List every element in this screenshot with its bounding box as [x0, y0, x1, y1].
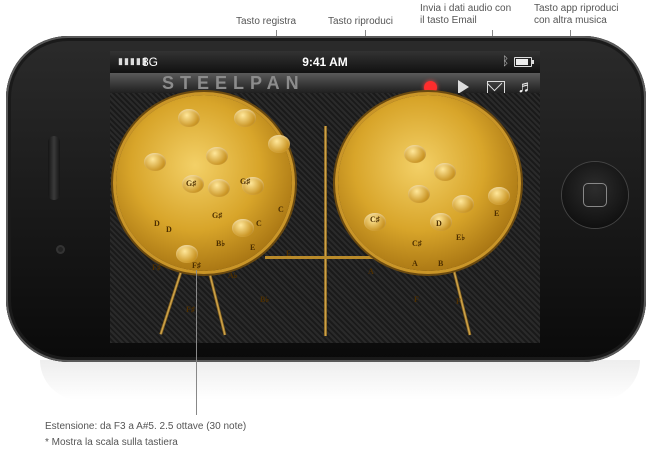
note-label: F: [456, 297, 461, 306]
pan-note[interactable]: [208, 179, 230, 197]
callout-email-line1: Invia i dati audio con: [420, 3, 512, 14]
pan-note[interactable]: [206, 147, 228, 165]
stand-leg: [324, 126, 327, 336]
note-label: F♯: [192, 261, 201, 270]
note-label: A: [412, 259, 418, 268]
status-time: 9:41 AM: [302, 55, 348, 69]
home-square-icon: [583, 183, 607, 207]
stand-leg: [265, 256, 385, 259]
note-label: A: [368, 267, 374, 276]
pan-note[interactable]: [178, 109, 200, 127]
note-label: B♭: [260, 295, 270, 304]
front-camera: [56, 245, 65, 254]
callout-music-line1: Tasto app riproduci: [534, 3, 619, 14]
pan-note[interactable]: [404, 145, 426, 163]
callout-email: Invia i dati audio con il tasto Email: [420, 3, 511, 27]
note-label: G♯: [240, 177, 251, 186]
leader-range: [196, 270, 197, 415]
record-icon: [423, 80, 437, 94]
pan-note[interactable]: [434, 163, 456, 181]
callout-play: Tasto riproduci: [328, 16, 394, 27]
note-label: D: [436, 219, 442, 228]
note-label: G♯: [186, 179, 197, 188]
home-button[interactable]: [562, 162, 628, 228]
steelpan-left[interactable]: G♯ G♯ C D G♯ C D B♭ E E F♯ F♯ A♭ B♭ F♯: [116, 95, 292, 314]
note-label: E: [286, 249, 292, 258]
caption-line2: * Mostra la scala sulla tastiera: [45, 437, 178, 448]
pan-note[interactable]: [234, 109, 256, 127]
callout-music: Tasto app riproduci con altra musica: [534, 3, 619, 27]
note-label: C: [256, 219, 262, 228]
note-label: D: [154, 219, 160, 228]
callout-email-line2: il tasto Email: [420, 15, 477, 26]
pan-note[interactable]: [408, 185, 430, 203]
note-label: B: [438, 259, 444, 268]
note-label: C♯: [412, 239, 422, 248]
bluetooth-icon: ᛒ: [502, 54, 510, 68]
email-icon: [487, 80, 505, 94]
app-logo: STEELPAN: [162, 73, 305, 93]
play-icon: [457, 80, 469, 94]
note-label: F: [414, 295, 419, 304]
pan-note[interactable]: [488, 187, 510, 205]
note-label: D: [166, 225, 172, 234]
callout-record: Tasto registra: [236, 16, 297, 27]
pan-note[interactable]: [232, 219, 254, 237]
battery-icon: [514, 57, 534, 67]
note-label: E: [250, 243, 256, 252]
pan-note[interactable]: [144, 153, 166, 171]
status-bar: ▮▮▮▮▮ 3G 9:41 AM ᛒ: [110, 51, 540, 73]
pan-note[interactable]: [452, 195, 474, 213]
steelpan-right[interactable]: C♯ D E C♯ E♭ A A B F F: [338, 95, 518, 306]
note-label: E♭: [456, 233, 466, 242]
callout-music-line2: con altra musica: [534, 15, 607, 26]
note-label: F♯: [186, 305, 195, 314]
note-label: A♭: [228, 271, 238, 280]
pan-note[interactable]: [268, 135, 290, 153]
note-label: E: [494, 209, 500, 218]
caption-line1: Estensione: da F3 a A#5. 2.5 ottave (30 …: [45, 421, 247, 432]
note-label: C: [278, 205, 284, 214]
earpiece-speaker: [48, 136, 60, 200]
note-label: B♭: [216, 239, 226, 248]
range-caption: Estensione: da F3 a A#5. 2.5 ottave (30 …: [45, 419, 246, 451]
note-label: F♯: [152, 263, 161, 272]
note-label: G♯: [212, 211, 223, 220]
note-label: C♯: [370, 215, 380, 224]
phone-reflection: [40, 360, 640, 400]
app-screen: ▮▮▮▮▮ 3G 9:41 AM ᛒ STEELPAN ♬ G♯ G♯ C D …: [110, 51, 540, 343]
